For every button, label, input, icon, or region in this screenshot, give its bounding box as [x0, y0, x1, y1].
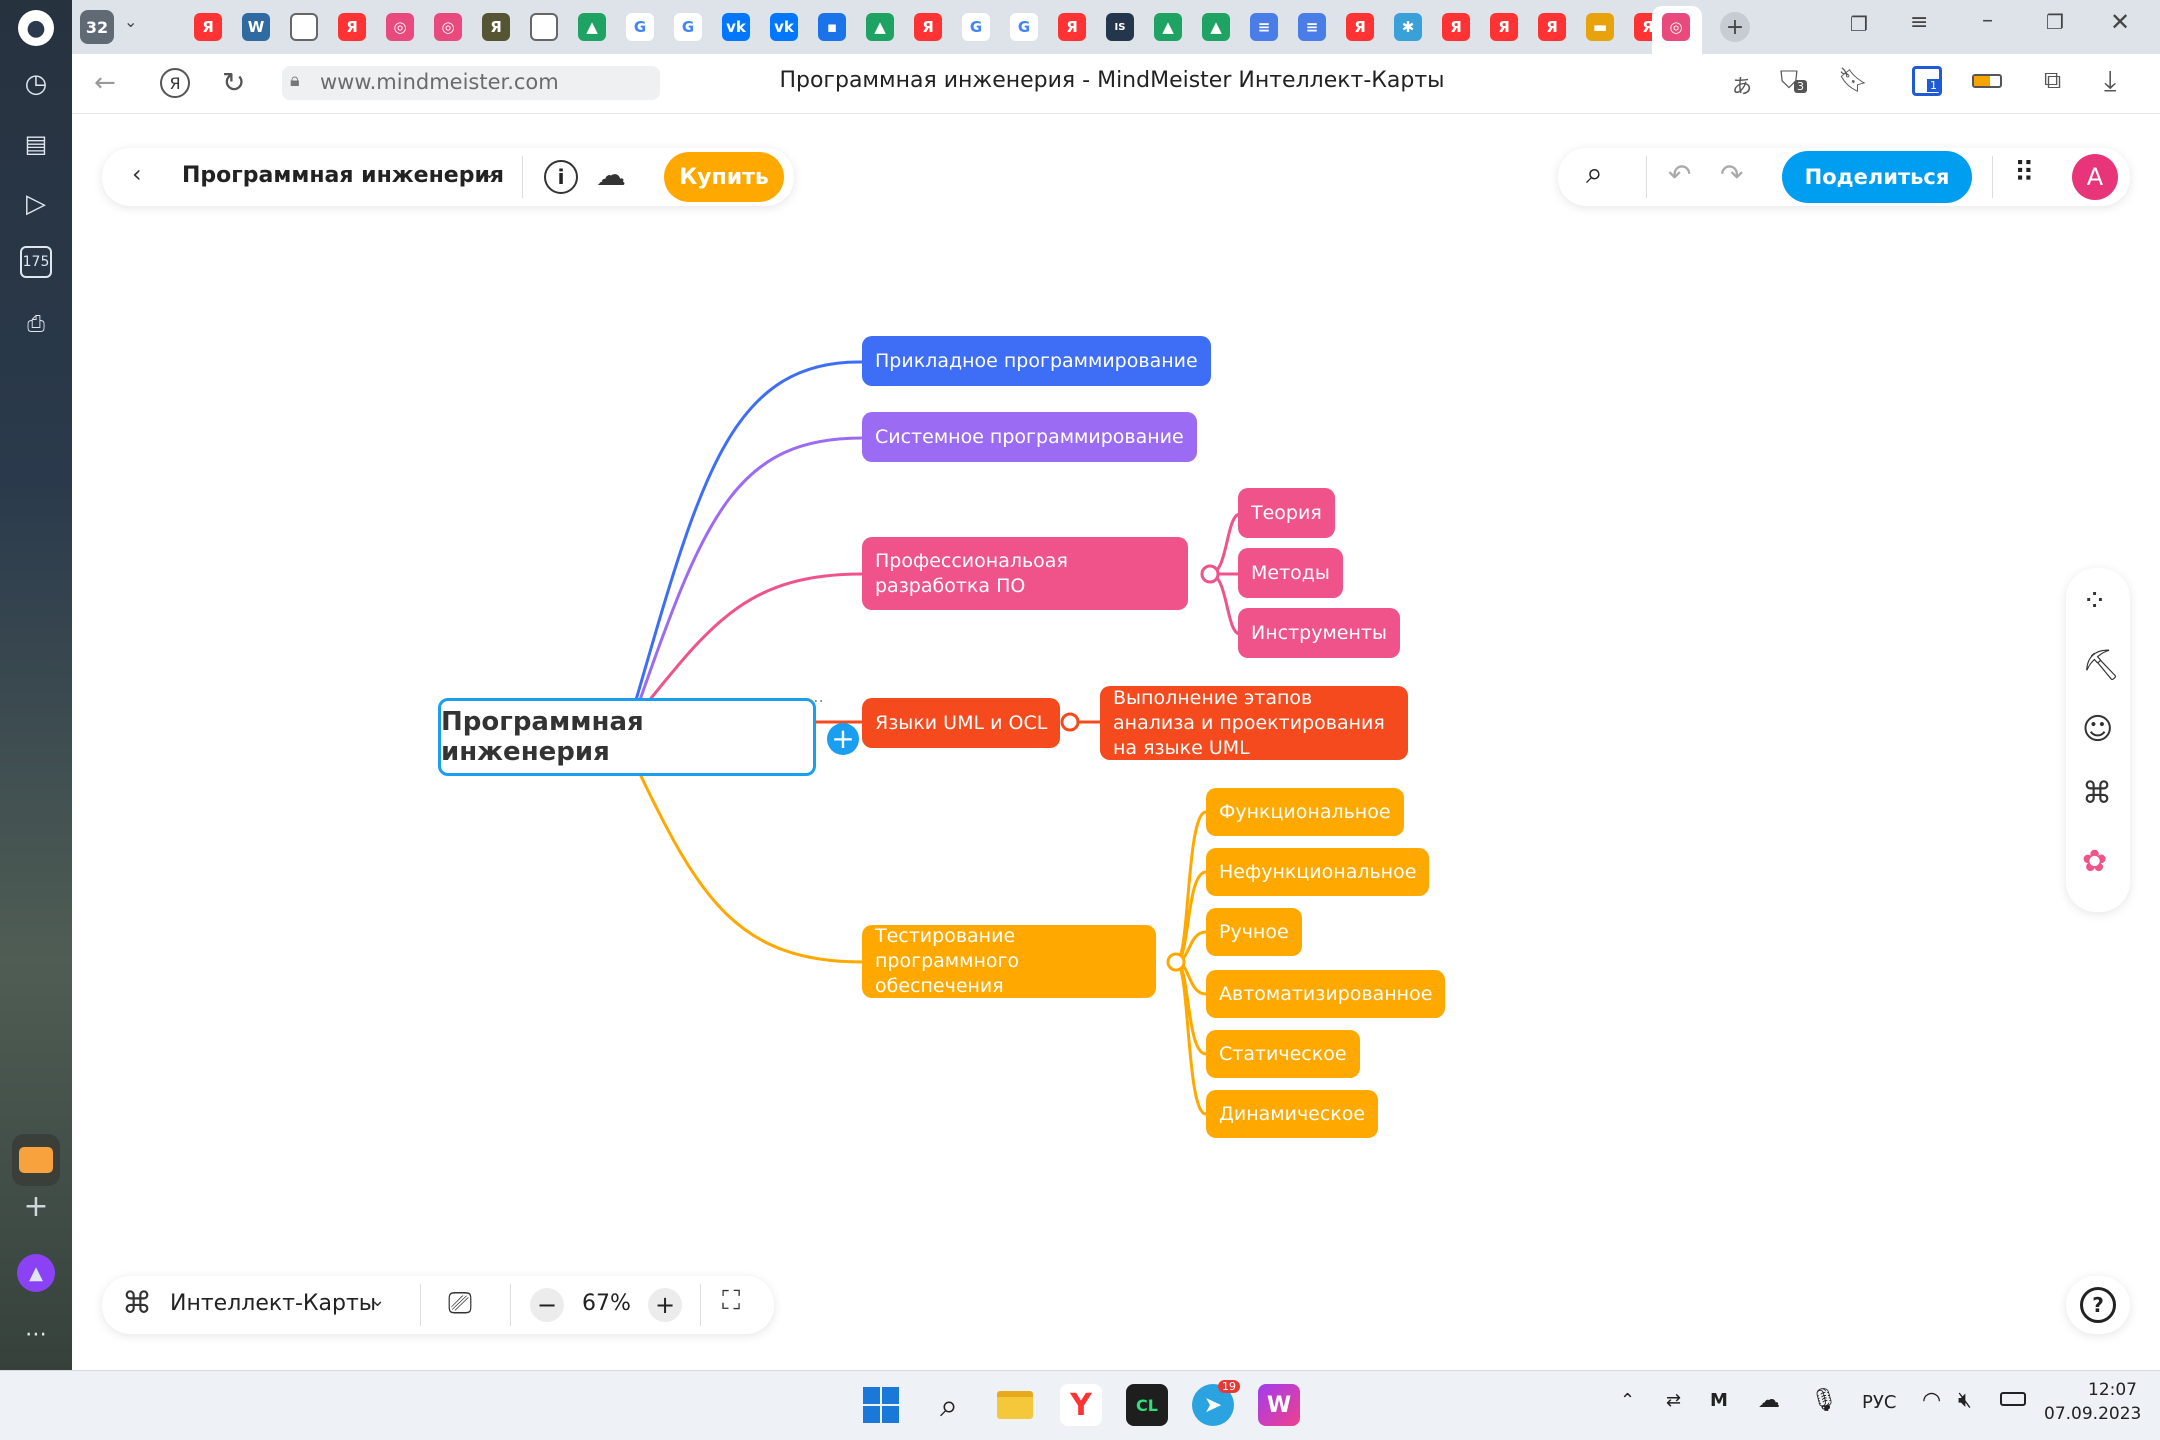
node-software-testing[interactable]: Тестирование программного обеспечения — [862, 925, 1156, 998]
telegram-badge: 19 — [1218, 1380, 1240, 1393]
app-w-icon[interactable]: W — [1258, 1384, 1300, 1426]
node-methods[interactable]: Методы — [1238, 548, 1343, 598]
node-system-programming[interactable]: Системное программирование — [862, 412, 1197, 462]
add-child-button[interactable]: + — [827, 723, 859, 755]
node-label: Нефункциональное — [1219, 860, 1417, 883]
clion-icon[interactable]: CL — [1126, 1384, 1168, 1426]
clock-date[interactable]: 07.09.2023 — [2044, 1404, 2141, 1424]
node-label: Функциональное — [1219, 800, 1391, 823]
battery-icon[interactable] — [2000, 1392, 2026, 1406]
node-uml-ocl[interactable]: Языки UML и OCL — [862, 698, 1061, 748]
clock-time[interactable]: 12:07 — [2088, 1380, 2137, 1400]
node-label: Ручное — [1219, 920, 1289, 943]
node-functional[interactable]: Функциональное — [1206, 788, 1404, 836]
node-label: Динамическое — [1219, 1102, 1366, 1125]
node-label: Методы — [1251, 561, 1330, 584]
node-label: Языки UML и OCL — [875, 711, 1048, 734]
onedrive-icon[interactable]: ☁ — [1758, 1388, 1780, 1413]
root-node-label: Программная инженерия — [441, 707, 644, 767]
node-label: Тестирование программного обеспечения — [875, 925, 1020, 997]
node-uml-analysis[interactable]: Выполнение этапов анализа и проектирован… — [1100, 686, 1408, 760]
collapse-handle-testing[interactable] — [1166, 952, 1186, 972]
node-label: Прикладное программирование — [875, 349, 1198, 372]
file-explorer-icon[interactable] — [994, 1384, 1036, 1426]
start-icon[interactable] — [860, 1384, 902, 1426]
node-professional-development[interactable]: Профессиональоая разработка ПО — [862, 537, 1188, 610]
node-label: Системное программирование — [875, 425, 1184, 448]
mindmap-connectors — [634, 360, 1241, 1116]
node-label: Теория — [1251, 501, 1322, 524]
node-label: Выполнение этапов анализа и проектирован… — [1113, 686, 1385, 759]
node-theory[interactable]: Теория — [1238, 488, 1335, 538]
node-label: Профессиональоая разработка ПО — [875, 549, 1068, 597]
collapse-handle-professional[interactable] — [1200, 564, 1220, 584]
yandex-browser-taskbar-icon[interactable]: Y — [1060, 1384, 1102, 1426]
wifi-icon[interactable]: ◠ — [1922, 1388, 1941, 1413]
microphone-icon[interactable]: 🎙︎ — [1810, 1388, 1838, 1413]
node-automated[interactable]: Автоматизированное — [1206, 970, 1446, 1018]
node-tools[interactable]: Инструменты — [1238, 608, 1400, 658]
collapse-handle-uml[interactable] — [1060, 712, 1080, 732]
connector-testing — [638, 773, 863, 964]
node-nonfunctional[interactable]: Нефункциональное — [1206, 848, 1430, 896]
node-label: Статическое — [1219, 1042, 1347, 1065]
telegram-icon[interactable]: ➤ 19 — [1192, 1380, 1240, 1426]
language-indicator[interactable]: РУС — [1862, 1392, 1896, 1413]
taskbar-search-icon[interactable]: ⌕ — [928, 1384, 970, 1426]
connector-applied — [634, 360, 863, 701]
tray-settings-icon[interactable]: ⇄ — [1666, 1390, 1681, 1411]
node-manual[interactable]: Ручное — [1206, 908, 1302, 956]
volume-muted-icon[interactable]: 🔇︎ — [1958, 1388, 1972, 1413]
node-label: Инструменты — [1251, 621, 1387, 644]
root-node[interactable]: Программная инженерия — [438, 698, 816, 776]
tray-chevron-icon[interactable]: ⌃ — [1620, 1390, 1635, 1411]
tray-app-icon[interactable]: M — [1710, 1390, 1728, 1411]
node-dynamic[interactable]: Динамическое — [1206, 1090, 1379, 1138]
node-static[interactable]: Статическое — [1206, 1030, 1360, 1078]
connector-system — [638, 436, 863, 701]
node-applied-programming[interactable]: Прикладное программирование — [862, 336, 1211, 386]
node-label: Автоматизированное — [1219, 982, 1433, 1005]
node-menu-icon[interactable]: ⋯ — [808, 691, 824, 710]
